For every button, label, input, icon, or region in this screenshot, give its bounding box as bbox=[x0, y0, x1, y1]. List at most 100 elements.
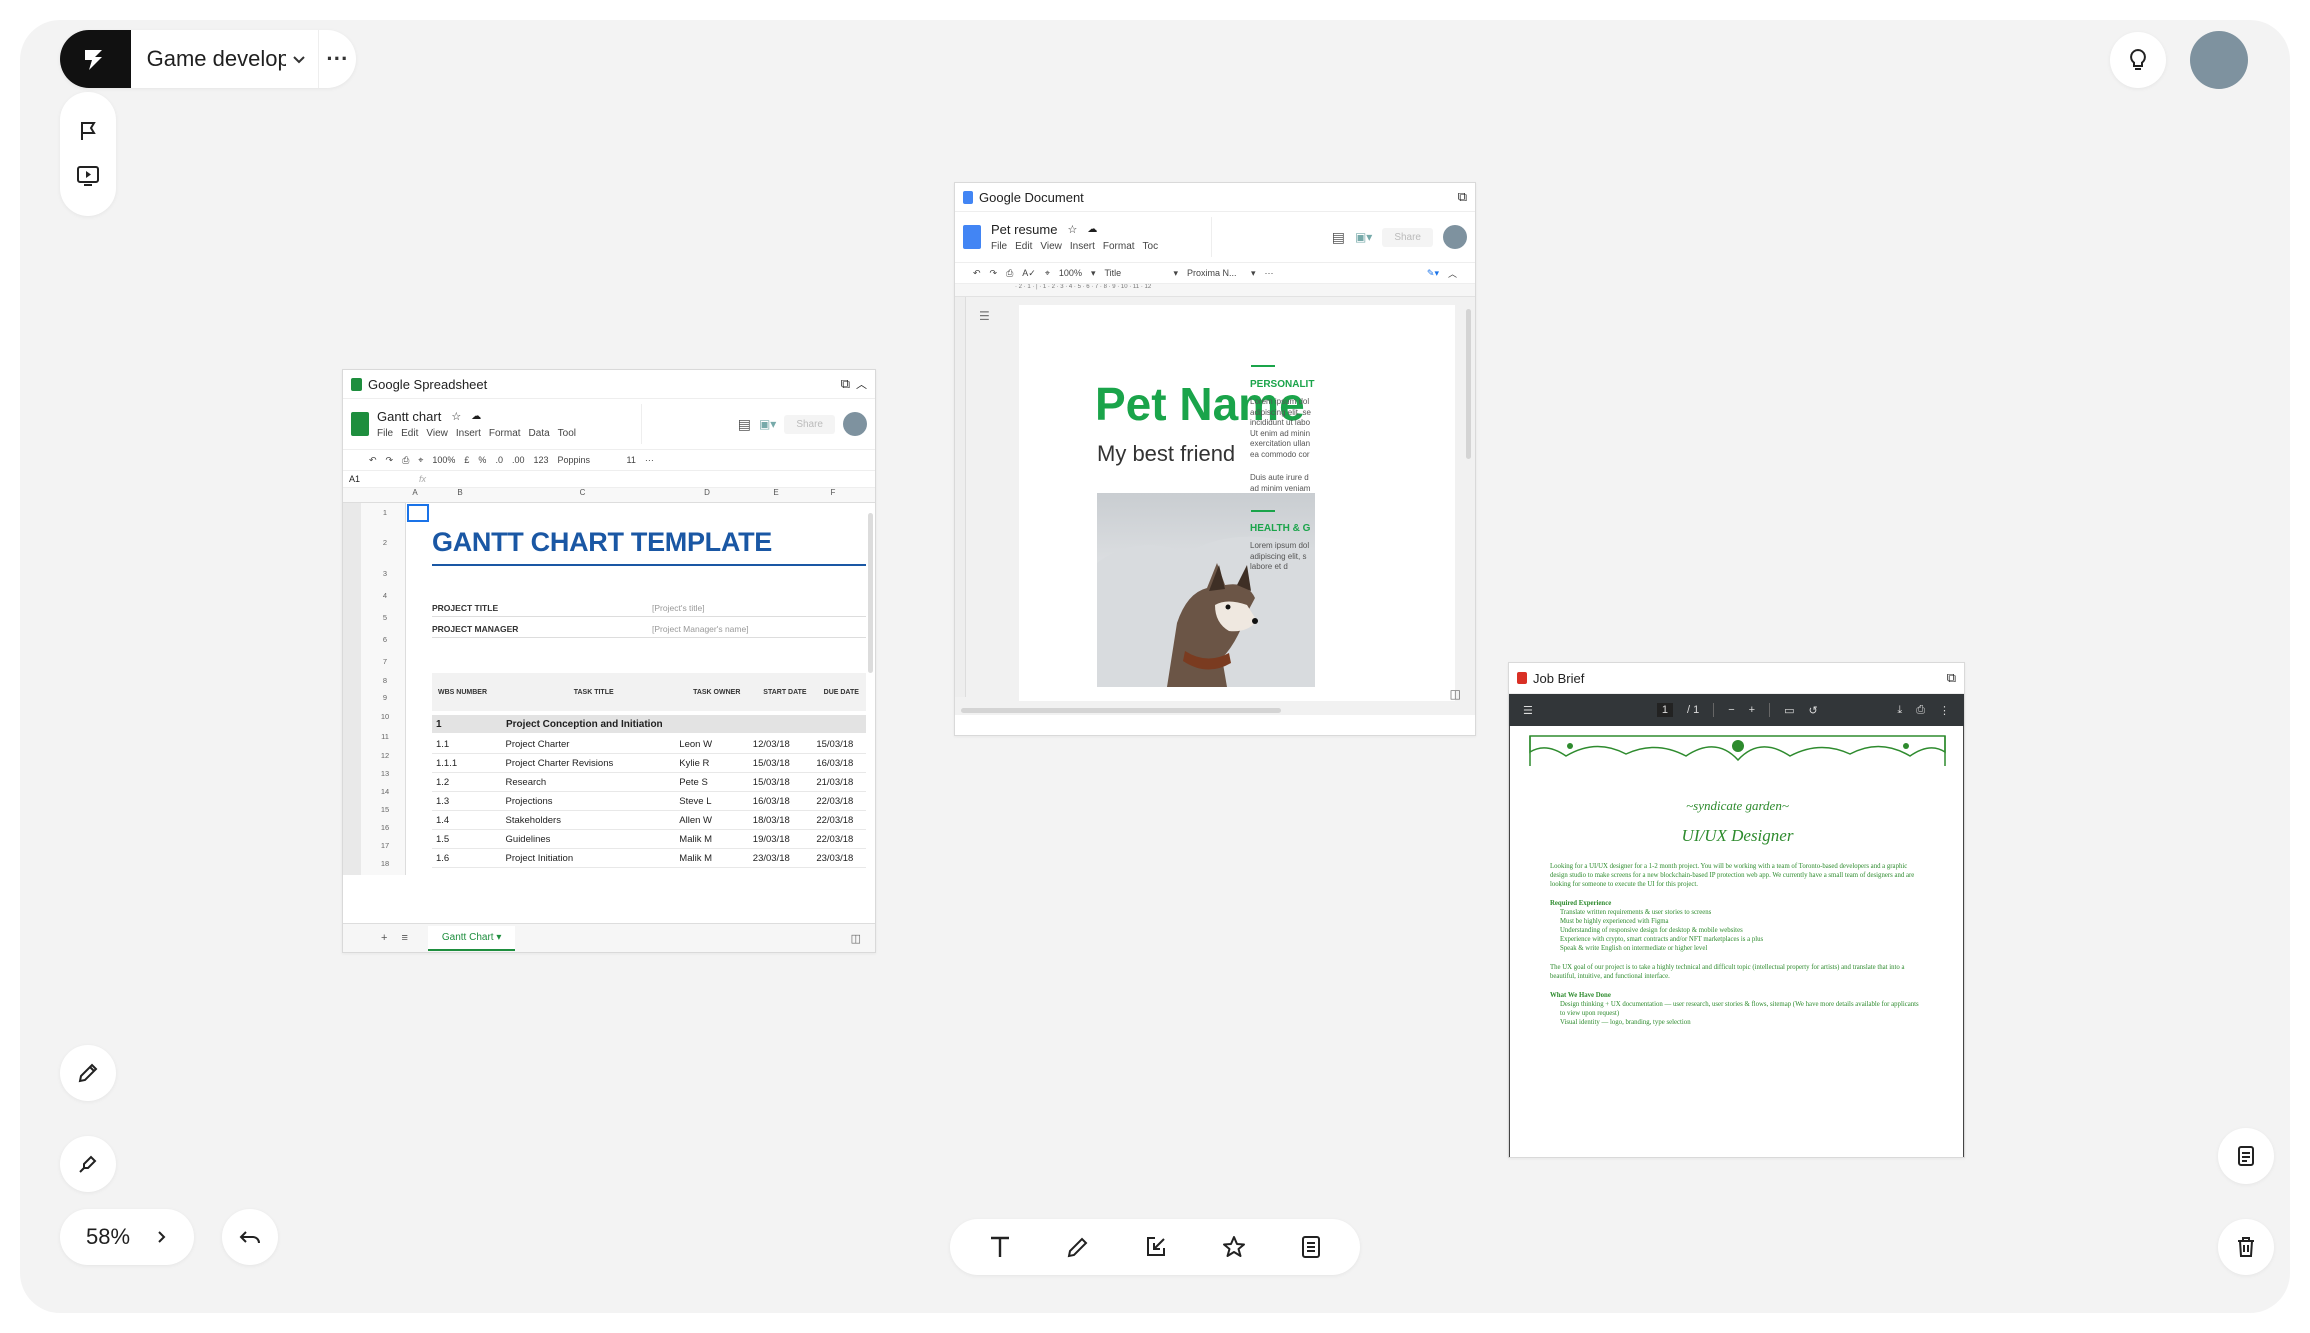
chevron-right-icon[interactable] bbox=[146, 1217, 176, 1257]
percent-button[interactable]: % bbox=[478, 455, 486, 465]
more-vertical-icon[interactable]: ⋮ bbox=[1939, 704, 1950, 717]
column-f[interactable]: F bbox=[808, 488, 858, 502]
doc-h-scrollbar[interactable] bbox=[961, 708, 1281, 713]
undo-button[interactable] bbox=[222, 1209, 278, 1265]
share-button[interactable]: Share bbox=[1382, 227, 1433, 247]
star-icon[interactable]: ☆ bbox=[451, 410, 461, 423]
row-number[interactable]: 13 bbox=[365, 765, 405, 783]
undo-small-icon[interactable]: ↶ bbox=[369, 455, 377, 466]
doc-name[interactable]: Pet resume bbox=[991, 222, 1057, 237]
add-sheet-icon[interactable]: + bbox=[381, 932, 387, 944]
doc-zoom[interactable]: 100% bbox=[1059, 268, 1082, 278]
more-options-button[interactable]: ··· bbox=[319, 30, 356, 88]
cell-reference[interactable]: A1 bbox=[343, 474, 419, 484]
star-tool-icon[interactable] bbox=[1221, 1234, 1247, 1260]
menu-view[interactable]: View bbox=[1040, 241, 1062, 252]
menu-insert[interactable]: Insert bbox=[456, 428, 481, 439]
column-d[interactable]: D bbox=[670, 488, 744, 502]
rotate-icon[interactable]: ↺ bbox=[1809, 704, 1818, 717]
share-button[interactable]: Share bbox=[784, 414, 835, 434]
meet-icon[interactable]: ▣▾ bbox=[1355, 230, 1372, 244]
doc-page[interactable]: Pet Name My best friend PERSONALIT Lorem… bbox=[1019, 305, 1455, 701]
row-number[interactable]: 17 bbox=[365, 837, 405, 855]
editing-mode-icon[interactable]: ✎▾ bbox=[1427, 268, 1439, 279]
sheet-doc-name[interactable]: Gantt chart bbox=[377, 409, 441, 424]
table-row[interactable]: 1.5 Guidelines Malik M 19/03/18 22/03/18 bbox=[432, 830, 866, 849]
column-c[interactable]: C bbox=[495, 488, 670, 502]
font-select[interactable]: Poppins bbox=[558, 455, 618, 465]
selected-cell[interactable] bbox=[407, 504, 429, 522]
download-icon[interactable]: ⤓ bbox=[1897, 704, 1902, 717]
pencil-tool-icon[interactable] bbox=[1065, 1234, 1091, 1260]
decimal-increase-button[interactable]: .00 bbox=[512, 455, 525, 465]
delete-button[interactable] bbox=[2218, 1219, 2274, 1275]
text-tool-icon[interactable] bbox=[986, 1233, 1014, 1261]
row-number[interactable]: 18 bbox=[365, 855, 405, 873]
row-number[interactable]: 5 bbox=[365, 607, 405, 629]
sheet-scrollbar[interactable] bbox=[868, 513, 873, 673]
spreadsheet-window[interactable]: Google Spreadsheet ⧉ ︿ Gantt chart ☆ ☁ Fil… bbox=[342, 369, 876, 953]
lightbulb-button[interactable] bbox=[2110, 32, 2166, 88]
all-sheets-icon[interactable]: ≡ bbox=[401, 932, 407, 944]
page-number-input[interactable]: 1 bbox=[1656, 703, 1673, 717]
note-tool-icon[interactable] bbox=[1298, 1234, 1324, 1260]
project-manager-value[interactable]: [Project Manager's name] bbox=[652, 624, 749, 634]
open-external-icon[interactable]: ⧉ bbox=[1947, 670, 1956, 686]
menu-format[interactable]: Format bbox=[1103, 241, 1135, 252]
menu-tools[interactable]: Toc bbox=[1143, 241, 1159, 252]
project-name[interactable]: Game developm... bbox=[147, 46, 286, 72]
fit-page-icon[interactable]: ▭ bbox=[1784, 704, 1794, 717]
outline-icon[interactable]: ☰ bbox=[979, 309, 990, 323]
table-row[interactable]: 1.2 Research Pete S 15/03/18 21/03/18 bbox=[432, 773, 866, 792]
sheet-zoom[interactable]: 100% bbox=[432, 455, 455, 465]
doc-scrollbar[interactable] bbox=[1466, 309, 1471, 459]
table-row[interactable]: 1.3 Projections Steve L 16/03/18 22/03/18 bbox=[432, 792, 866, 811]
row-number[interactable]: 4 bbox=[365, 585, 405, 607]
table-row[interactable]: 1.1 Project Charter Leon W 12/03/18 15/03/18 bbox=[432, 735, 866, 754]
notes-button[interactable] bbox=[2218, 1128, 2274, 1184]
doc-font-select[interactable]: Proxima N... bbox=[1187, 268, 1242, 278]
row-number[interactable]: 7 bbox=[365, 651, 405, 673]
row-number[interactable]: 12 bbox=[365, 747, 405, 765]
menu-file[interactable]: File bbox=[377, 428, 393, 439]
user-avatar[interactable] bbox=[2190, 31, 2248, 89]
table-row[interactable]: 1.6 Project Initiation Malik M 23/03/18 23/0… bbox=[432, 849, 866, 868]
zoom-in-icon[interactable]: + bbox=[1749, 704, 1755, 716]
more-toolbar-icon[interactable]: ··· bbox=[645, 455, 654, 465]
sheet-avatar[interactable] bbox=[843, 412, 867, 436]
spellcheck-icon[interactable]: A✓ bbox=[1022, 268, 1036, 279]
open-external-icon[interactable]: ⧉ bbox=[1458, 189, 1467, 205]
decimal-decrease-button[interactable]: .0 bbox=[495, 455, 503, 465]
comment-icon[interactable]: ▤ bbox=[1332, 229, 1345, 246]
comment-icon[interactable]: ▤ bbox=[738, 416, 751, 433]
row-number[interactable]: 1 bbox=[365, 503, 405, 523]
currency-button[interactable]: £ bbox=[464, 455, 469, 465]
print-icon[interactable]: ⎙ bbox=[1916, 704, 1925, 717]
column-a[interactable]: A bbox=[405, 488, 425, 502]
redo-small-icon[interactable]: ↷ bbox=[386, 455, 394, 466]
collapse-icon[interactable]: ︿ bbox=[856, 376, 867, 392]
row-number[interactable]: 2 bbox=[365, 523, 405, 563]
menu-edit[interactable]: Edit bbox=[1015, 241, 1032, 252]
pen-tool-button[interactable] bbox=[60, 1045, 116, 1101]
pdf-page[interactable]: ~syndicate garden~ UI/UX Designer Lookin… bbox=[1509, 726, 1964, 1157]
font-size-select[interactable]: 11 bbox=[627, 455, 636, 465]
explore-icon[interactable]: ◫ bbox=[851, 932, 861, 945]
pdf-window[interactable]: Job Brief ⧉ ☰ 1 / 1 − + ▭ ↺ ⤓ ⎙ ⋮ ~syndi… bbox=[1508, 662, 1965, 1158]
menu-view[interactable]: View bbox=[426, 428, 448, 439]
doc-avatar[interactable] bbox=[1443, 225, 1467, 249]
presentation-icon[interactable] bbox=[75, 163, 101, 189]
sheet-tab-gantt[interactable]: Gantt Chart ▾ bbox=[427, 925, 516, 951]
app-logo[interactable] bbox=[60, 30, 131, 88]
row-number[interactable]: 14 bbox=[365, 783, 405, 801]
column-b[interactable]: B bbox=[425, 488, 495, 502]
menu-format[interactable]: Format bbox=[489, 428, 521, 439]
paint-format-icon[interactable]: ⌖ bbox=[1045, 268, 1050, 279]
more-toolbar-icon[interactable]: ··· bbox=[1265, 268, 1274, 278]
collapse-icon[interactable]: ︿ bbox=[1448, 267, 1457, 280]
marker-tool-button[interactable] bbox=[60, 1136, 116, 1192]
menu-data[interactable]: Data bbox=[529, 428, 550, 439]
row-number[interactable]: 11 bbox=[365, 727, 405, 747]
row-number[interactable]: 16 bbox=[365, 819, 405, 837]
chevron-down-icon[interactable] bbox=[286, 39, 312, 79]
